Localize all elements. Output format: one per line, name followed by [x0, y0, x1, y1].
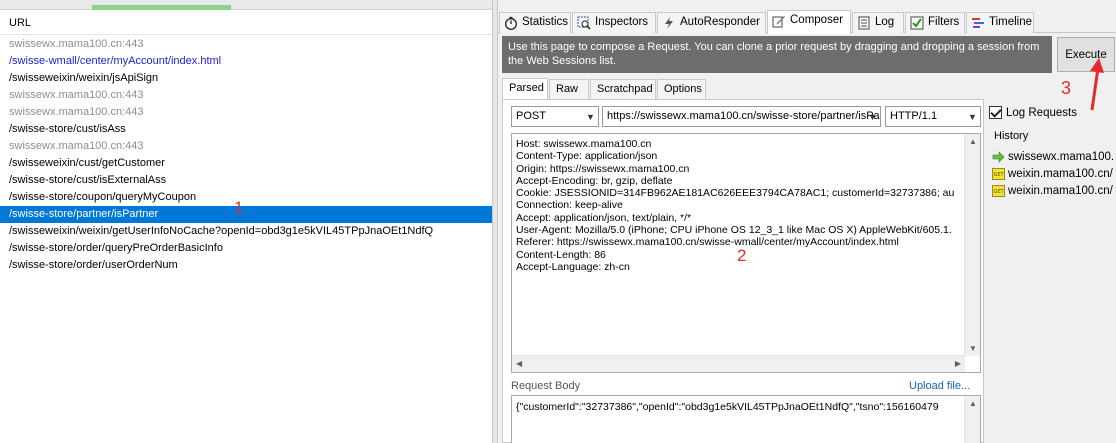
tab-label: Inspectors — [595, 16, 649, 28]
tab-label: Timeline — [989, 16, 1033, 28]
chevron-down-icon: ▼ — [968, 111, 977, 122]
composer-subtabs: Parsed Raw Scratchpad Options — [502, 78, 990, 100]
request-body-label: Request Body — [511, 380, 581, 392]
chevron-down-icon: ▼ — [868, 111, 877, 122]
get-request-icon: GET — [992, 167, 1005, 180]
tab-timeline[interactable]: Timeline — [966, 12, 1034, 33]
header-line: Host: swissewx.mama100.cn — [516, 138, 652, 150]
history-item-text: weixin.mama100.cn/ — [1008, 167, 1113, 180]
tab-scratchpad[interactable]: Scratchpad — [590, 79, 656, 99]
annotation-1: 1 — [234, 198, 244, 217]
checkbox-checked-icon — [989, 106, 1002, 119]
scroll-down-icon[interactable]: ▼ — [969, 344, 977, 353]
sessions-toolbar-strip — [0, 0, 492, 10]
get-request-icon: GET — [992, 184, 1005, 197]
composer-info-bar: Use this page to compose a Request. You … — [502, 36, 1052, 73]
session-row[interactable]: /swisse-store/order/userOrderNum — [0, 257, 492, 274]
tab-label: AutoResponder — [680, 16, 760, 28]
session-row[interactable]: swissewx.mama100.cn:443 — [0, 87, 492, 104]
tab-label: Composer — [790, 14, 844, 26]
header-line: Origin: https://swissewx.mama100.cn — [516, 162, 690, 175]
url-input[interactable]: https://swissewx.mama100.cn/swisse-store… — [602, 106, 881, 127]
header-line: Accept-Encoding: br, gzip, deflate — [516, 174, 673, 187]
history-label: History — [994, 130, 1029, 142]
session-row[interactable]: /swisse-wmall/center/myAccount/index.htm… — [0, 53, 492, 70]
vertical-scrollbar[interactable]: ▲ ▼ — [964, 134, 980, 356]
header-line: User-Agent: Mozilla/5.0 (iPhone; CPU iPh… — [516, 224, 952, 237]
tab-composer[interactable]: Composer — [767, 10, 851, 34]
scroll-up-icon[interactable]: ▲ — [969, 137, 977, 146]
tab-statistics[interactable]: Statistics — [499, 12, 571, 33]
session-row[interactable]: /swisse-store/cust/isAss — [0, 121, 492, 138]
session-row[interactable]: /swisse-store/coupon/queryMyCoupon — [0, 189, 492, 206]
scroll-up-icon[interactable]: ▲ — [969, 399, 977, 408]
tab-options[interactable]: Options — [657, 79, 706, 99]
log-requests-label: Log Requests — [1006, 106, 1077, 119]
annotation-2: 2 — [737, 246, 747, 265]
session-row-selected[interactable]: /swisse-store/partner/isPartner — [0, 206, 492, 223]
annotation-3: 3 — [1061, 78, 1072, 98]
svg-text:GET: GET — [994, 172, 1005, 178]
arrow-request-icon — [992, 150, 1005, 163]
history-item-text: swissewx.mama100. — [1008, 150, 1115, 163]
url-column-header[interactable]: URL — [0, 11, 492, 35]
main-tabstrip: Statistics Inspectors AutoResponder Comp… — [498, 10, 1116, 34]
upload-file-link[interactable]: Upload file... — [909, 380, 970, 392]
header-line: Connection: keep-alive — [516, 199, 623, 212]
history-item-text: weixin.mama100.cn/ — [1008, 184, 1113, 197]
url-value: https://swissewx.mama100.cn/swisse-store… — [607, 110, 881, 122]
scroll-right-icon[interactable]: ▶ — [955, 359, 961, 368]
session-row[interactable]: /swisseweixin/cust/getCustomer — [0, 155, 492, 172]
progress-highlight — [92, 5, 231, 10]
log-requests-checkbox[interactable]: Log Requests — [989, 106, 1077, 119]
tab-label: Statistics — [522, 16, 569, 28]
tab-log[interactable]: Log — [852, 12, 904, 33]
lightning-icon — [665, 17, 673, 29]
tab-label: Log — [875, 16, 895, 28]
horizontal-scrollbar[interactable]: ◀ ▶ — [512, 355, 965, 372]
session-row[interactable]: swissewx.mama100.cn:443 — [0, 138, 492, 155]
header-line: Accept: application/json, text/plain, */… — [516, 211, 692, 224]
session-row[interactable]: swissewx.mama100.cn:443 — [0, 104, 492, 121]
stopwatch-icon — [505, 16, 517, 30]
header-line: Content-Type: application/json — [516, 150, 658, 163]
session-row[interactable]: /swisseweixin/weixin/jsApiSign — [0, 70, 492, 87]
vertical-scrollbar[interactable]: ▲ — [964, 396, 980, 443]
parsed-editor: POST ▼ https://swissewx.mama100.cn/swiss… — [502, 99, 984, 443]
session-row[interactable]: /swisse-store/order/queryPreOrderBasicIn… — [0, 240, 492, 257]
header-line: Cookie: JSESSIONID=314FB962AE181AC626EEE… — [516, 187, 955, 200]
history-item[interactable]: swissewx.mama100. — [992, 148, 1116, 165]
request-body-text: {"customerId":"32737386","openId":"obd3g… — [516, 401, 939, 413]
compose-icon — [772, 16, 785, 28]
tab-inspectors[interactable]: Inspectors — [572, 12, 656, 33]
session-row[interactable]: swissewx.mama100.cn:443 — [0, 36, 492, 53]
web-sessions-panel: URL swissewx.mama100.cn:443/swisse-wmall… — [0, 0, 492, 443]
svg-text:GET: GET — [994, 189, 1005, 195]
session-list: swissewx.mama100.cn:443/swisse-wmall/cen… — [0, 36, 492, 274]
version-value: HTTP/1.1 — [890, 110, 938, 122]
request-body-textarea[interactable]: {"customerId":"32737386","openId":"obd3g… — [511, 395, 981, 443]
log-icon — [858, 16, 870, 30]
tab-parsed[interactable]: Parsed — [502, 78, 548, 100]
scroll-left-icon[interactable]: ◀ — [516, 359, 522, 368]
method-value: POST — [516, 110, 546, 122]
checkbox-icon — [910, 16, 924, 30]
tab-label: Filters — [928, 16, 960, 28]
inspect-icon — [577, 16, 591, 30]
chevron-down-icon: ▼ — [586, 111, 595, 122]
composer-panel: Statistics Inspectors AutoResponder Comp… — [498, 0, 1116, 443]
history-item[interactable]: GET weixin.mama100.cn/ — [992, 182, 1116, 199]
history-item[interactable]: GET weixin.mama100.cn/ — [992, 165, 1116, 182]
tab-filters[interactable]: Filters — [905, 12, 965, 33]
session-row[interactable]: /swisse-store/cust/isExternalAss — [0, 172, 492, 189]
history-list: swissewx.mama100. GET weixin.mama100.cn/… — [992, 148, 1116, 199]
method-select[interactable]: POST ▼ — [511, 106, 599, 127]
http-version-select[interactable]: HTTP/1.1 ▼ — [885, 106, 981, 127]
session-row[interactable]: /swisseweixin/weixin/getUserInfoNoCache?… — [0, 223, 492, 240]
composer-side-panel: Log Requests History swissewx.mama100. G… — [988, 99, 1116, 443]
timeline-icon — [972, 18, 984, 28]
tab-raw[interactable]: Raw — [549, 79, 589, 99]
tab-autoresponder[interactable]: AutoResponder — [657, 12, 766, 33]
